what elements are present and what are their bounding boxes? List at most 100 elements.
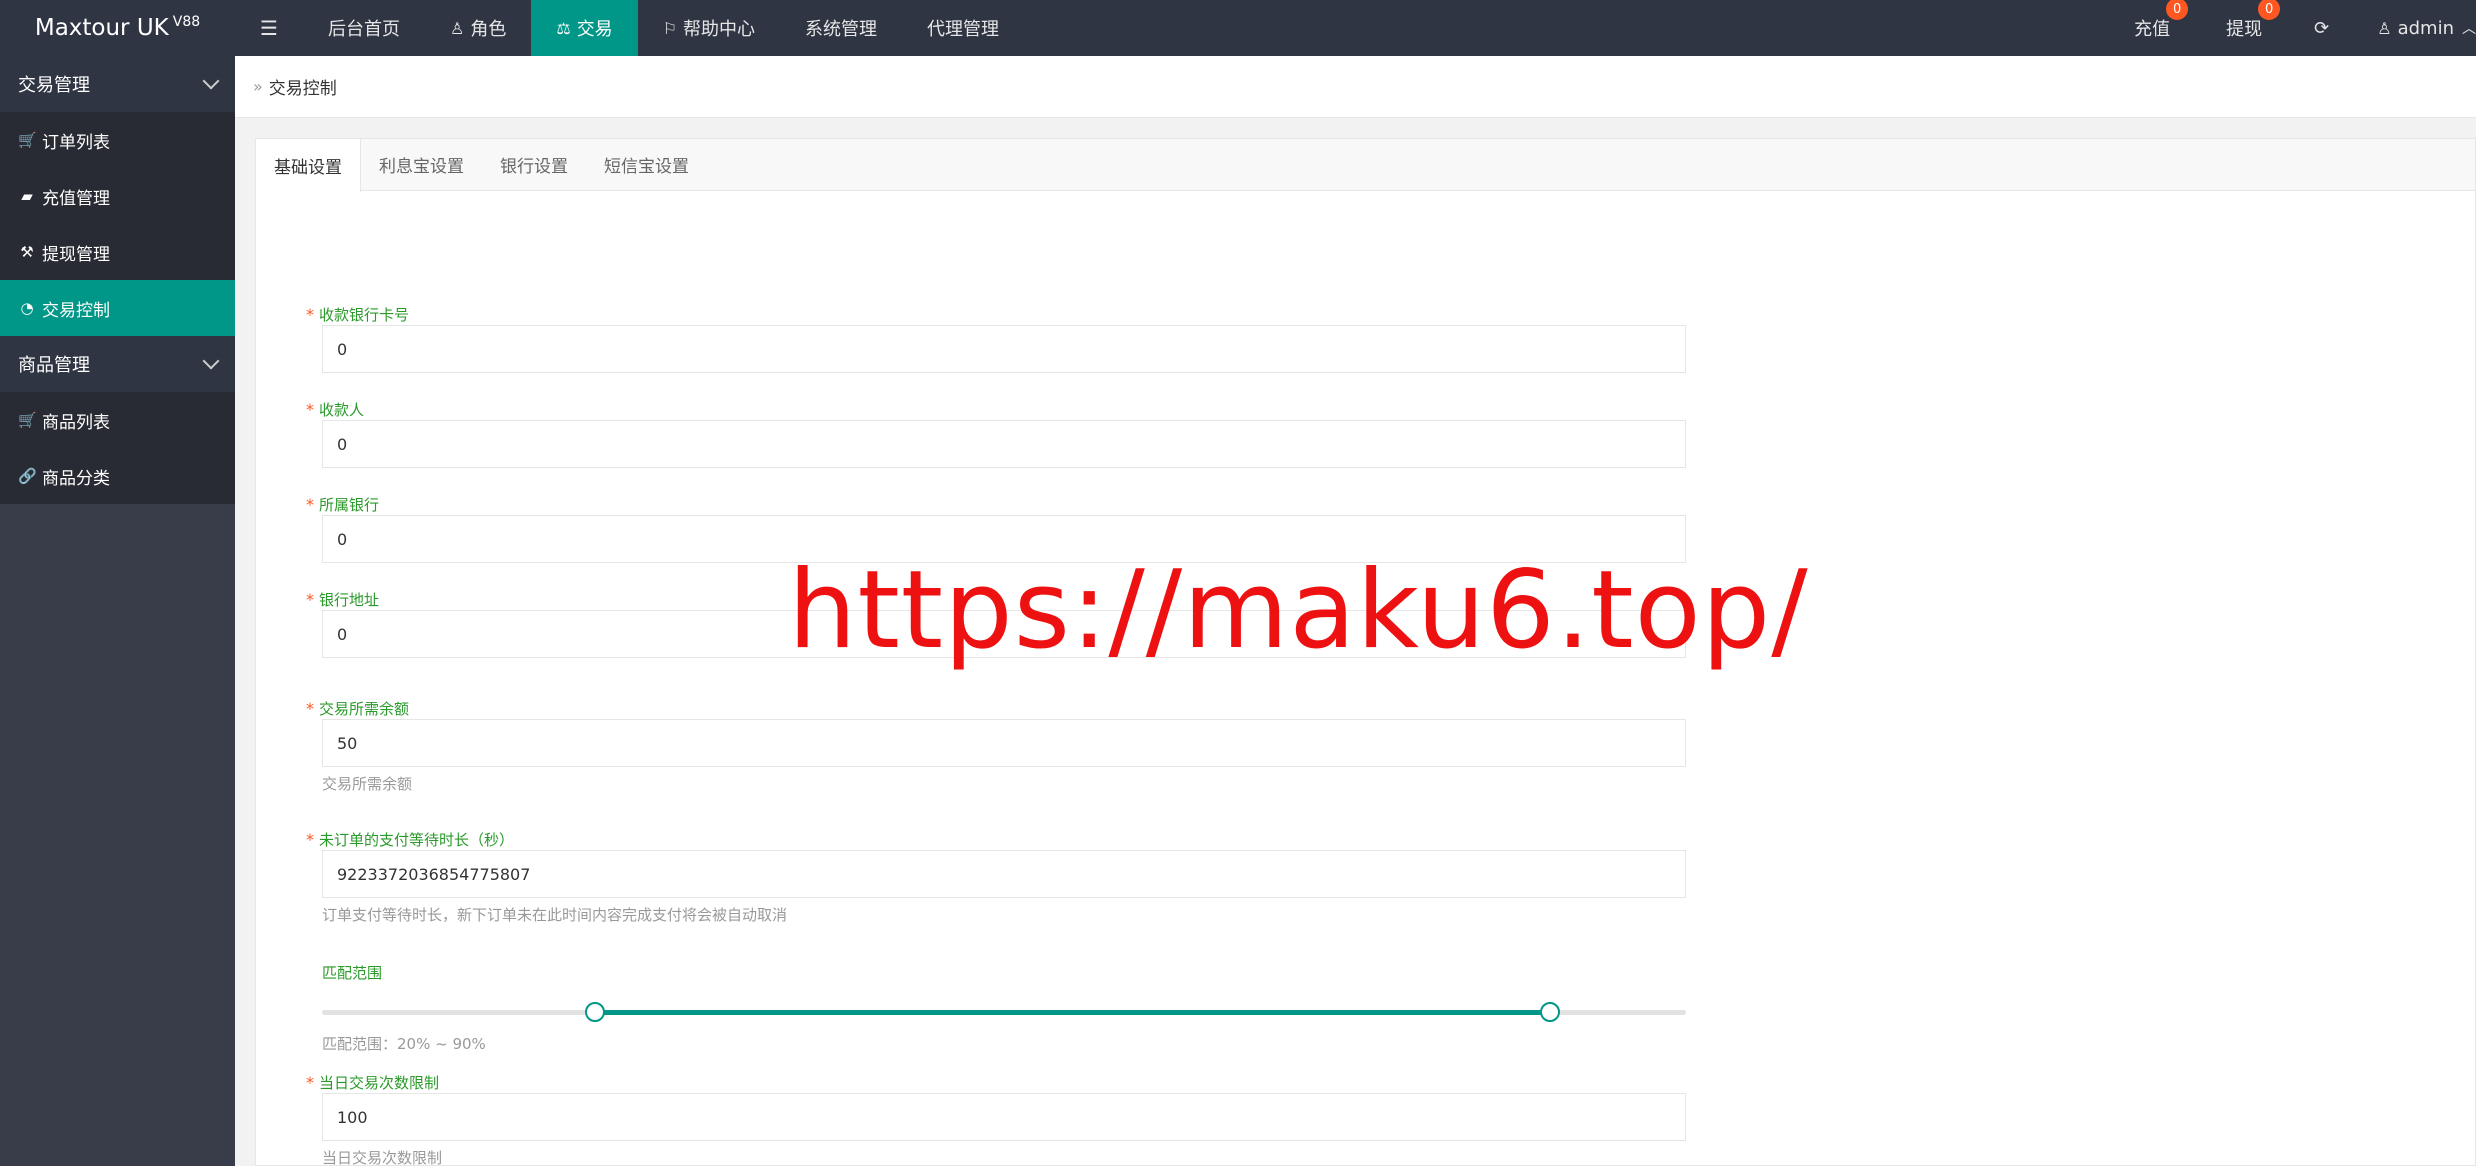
tab-sms[interactable]: 短信宝设置	[586, 139, 707, 190]
settings-tabs: 基础设置 利息宝设置 银行设置 短信宝设置	[256, 139, 2475, 192]
tab-bank[interactable]: 银行设置	[482, 139, 586, 190]
logo-version: V88	[172, 14, 201, 30]
min-balance-input[interactable]	[322, 719, 1686, 767]
sidebar-item-label: 商品列表	[42, 412, 110, 433]
nav-role-label: 角色	[470, 19, 507, 40]
nav-system-label: 系统管理	[805, 19, 878, 40]
field-payee: * 收款人	[306, 398, 1706, 468]
refresh-button[interactable]: ⟳	[2290, 0, 2353, 56]
logo[interactable]: Maxtour UK V88	[0, 0, 235, 56]
sidebar-item-label: 提现管理	[42, 244, 110, 265]
required-star: *	[306, 399, 314, 419]
withdraw-label: 提现	[2226, 19, 2263, 40]
field-label-text: 当日交易次数限制	[319, 1073, 440, 1092]
nav-help[interactable]: ⚐ 帮助中心	[638, 0, 780, 56]
menu-toggle-button[interactable]: ☰	[235, 0, 303, 56]
sidebar-item-withdraw[interactable]: ⚒ 提现管理	[0, 224, 235, 280]
sidebar-item-label: 订单列表	[42, 132, 110, 153]
link-icon: 🔗	[18, 467, 37, 485]
gavel-icon: ⚒	[20, 243, 34, 261]
sidebar-group-trade[interactable]: 交易管理	[0, 56, 235, 112]
nav-dashboard[interactable]: 后台首页	[303, 0, 425, 56]
chevron-down-icon	[202, 72, 220, 90]
sidebar-group-trade-items: 🛒 订单列表 ▰ 充值管理 ⚒ 提现管理 ◔ 交易控制	[0, 112, 235, 336]
top-right-tools: 充值 0 提现 0 ⟳ ♙ admin ︿	[2106, 0, 2476, 56]
field-label-text: 匹配范围	[322, 963, 383, 982]
required-star: *	[306, 589, 314, 609]
tab-label: 银行设置	[500, 157, 568, 177]
daily-limit-input[interactable]	[322, 1093, 1686, 1141]
nav-role[interactable]: ♙ 角色	[425, 0, 531, 56]
field-label-text: 收款人	[319, 400, 365, 419]
field-label: 匹配范围	[306, 961, 1706, 983]
slider-handle-min[interactable]	[584, 1002, 605, 1022]
field-label-text: 收款银行卡号	[319, 305, 410, 324]
field-pay-wait: * 未订单的支付等待时长（秒） 订单支付等待时长，新下订单未在此时间内容完成支付将…	[306, 828, 1706, 925]
field-label: * 当日交易次数限制	[306, 1071, 1706, 1093]
chevron-up-icon: ︿	[2462, 21, 2476, 37]
user-name: admin	[2397, 17, 2454, 39]
field-help: 当日交易次数限制	[322, 1149, 443, 1166]
field-label-text: 交易所需余额	[319, 699, 410, 718]
user-menu[interactable]: ♙ admin ︿	[2353, 0, 2476, 56]
logo-text: Maxtour UK	[34, 15, 169, 41]
sidebar-item-label: 商品分类	[42, 468, 110, 489]
slider-handle-max[interactable]	[1539, 1002, 1560, 1022]
top-header: Maxtour UK V88 ☰ 后台首页 ♙ 角色 ⚖ 交易 ⚐ 帮助中心 系统…	[0, 0, 2476, 56]
refresh-icon: ⟳	[2314, 17, 2330, 39]
tab-label: 短信宝设置	[604, 157, 689, 177]
match-range-slider[interactable]	[322, 997, 1686, 1027]
menu-icon: ☰	[260, 16, 278, 40]
nav-system[interactable]: 系统管理	[780, 0, 902, 56]
watermark: https://maku6.top/	[788, 548, 1809, 673]
tab-label: 利息宝设置	[379, 157, 464, 177]
sidebar: 交易管理 🛒 订单列表 ▰ 充值管理 ⚒ 提现管理 ◔ 交易控制 商品管理 🛒 …	[0, 56, 235, 1166]
field-min-balance: * 交易所需余额 交易所需余额	[306, 697, 1706, 794]
bank-card-input[interactable]	[322, 325, 1686, 373]
sidebar-group-trade-label: 交易管理	[18, 75, 90, 96]
sidebar-group-goods-label: 商品管理	[18, 355, 90, 376]
sidebar-group-goods[interactable]: 商品管理	[0, 336, 235, 392]
sidebar-item-goods-list[interactable]: 🛒 商品列表	[0, 392, 235, 448]
tab-basic[interactable]: 基础设置	[256, 139, 361, 192]
required-star: *	[306, 304, 314, 324]
withdraw-badge: 0	[2258, 0, 2281, 20]
field-help: 匹配范围：20% ~ 90%	[322, 1035, 486, 1053]
breadcrumb-current: 交易控制	[268, 79, 337, 99]
field-label: * 所属银行	[306, 493, 1706, 515]
flag-icon: ⚐	[662, 18, 678, 38]
field-label-text: 未订单的支付等待时长（秒）	[319, 830, 515, 849]
tab-interest[interactable]: 利息宝设置	[361, 139, 482, 190]
user-icon: ♙	[450, 18, 465, 38]
nav-trade[interactable]: ⚖ 交易	[531, 0, 638, 56]
sidebar-item-orders[interactable]: 🛒 订单列表	[0, 112, 235, 168]
sidebar-group-goods-items: 🛒 商品列表 🔗 商品分类	[0, 392, 235, 504]
field-help: 交易所需余额	[322, 775, 413, 793]
field-label: * 交易所需余额	[306, 697, 1706, 719]
sidebar-item-goods-category[interactable]: 🔗 商品分类	[0, 448, 235, 504]
sidebar-item-label: 充值管理	[42, 188, 110, 209]
shopping-cart-icon: 🛒	[18, 411, 37, 429]
field-bank-card: * 收款银行卡号	[306, 303, 1706, 373]
withdraw-button[interactable]: 提现 0	[2198, 0, 2290, 56]
field-label: * 未订单的支付等待时长（秒）	[306, 828, 1706, 850]
pay-wait-input[interactable]	[322, 850, 1686, 898]
field-match-range: 匹配范围 匹配范围：20% ~ 90%	[306, 961, 1706, 1054]
sidebar-item-label: 交易控制	[42, 300, 110, 321]
chat-icon: ▰	[21, 187, 33, 205]
recharge-button[interactable]: 充值 0	[2106, 0, 2198, 56]
breadcrumb: » 交易控制	[235, 56, 2476, 118]
user-icon: ♙	[2377, 18, 2392, 38]
sidebar-item-recharge[interactable]: ▰ 充值管理	[0, 168, 235, 224]
cart-icon: 🛒	[18, 131, 37, 149]
payee-input[interactable]	[322, 420, 1686, 468]
nav-trade-label: 交易	[576, 19, 613, 40]
nav-agent[interactable]: 代理管理	[902, 0, 1024, 56]
nav-dashboard-label: 后台首页	[328, 19, 400, 40]
required-star: *	[306, 1072, 314, 1092]
recharge-label: 充值	[2134, 19, 2171, 40]
required-star: *	[306, 698, 314, 718]
sidebar-item-trade-control[interactable]: ◔ 交易控制	[0, 280, 235, 336]
dashboard-icon: ◔	[20, 299, 34, 317]
scale-icon: ⚖	[556, 18, 571, 38]
